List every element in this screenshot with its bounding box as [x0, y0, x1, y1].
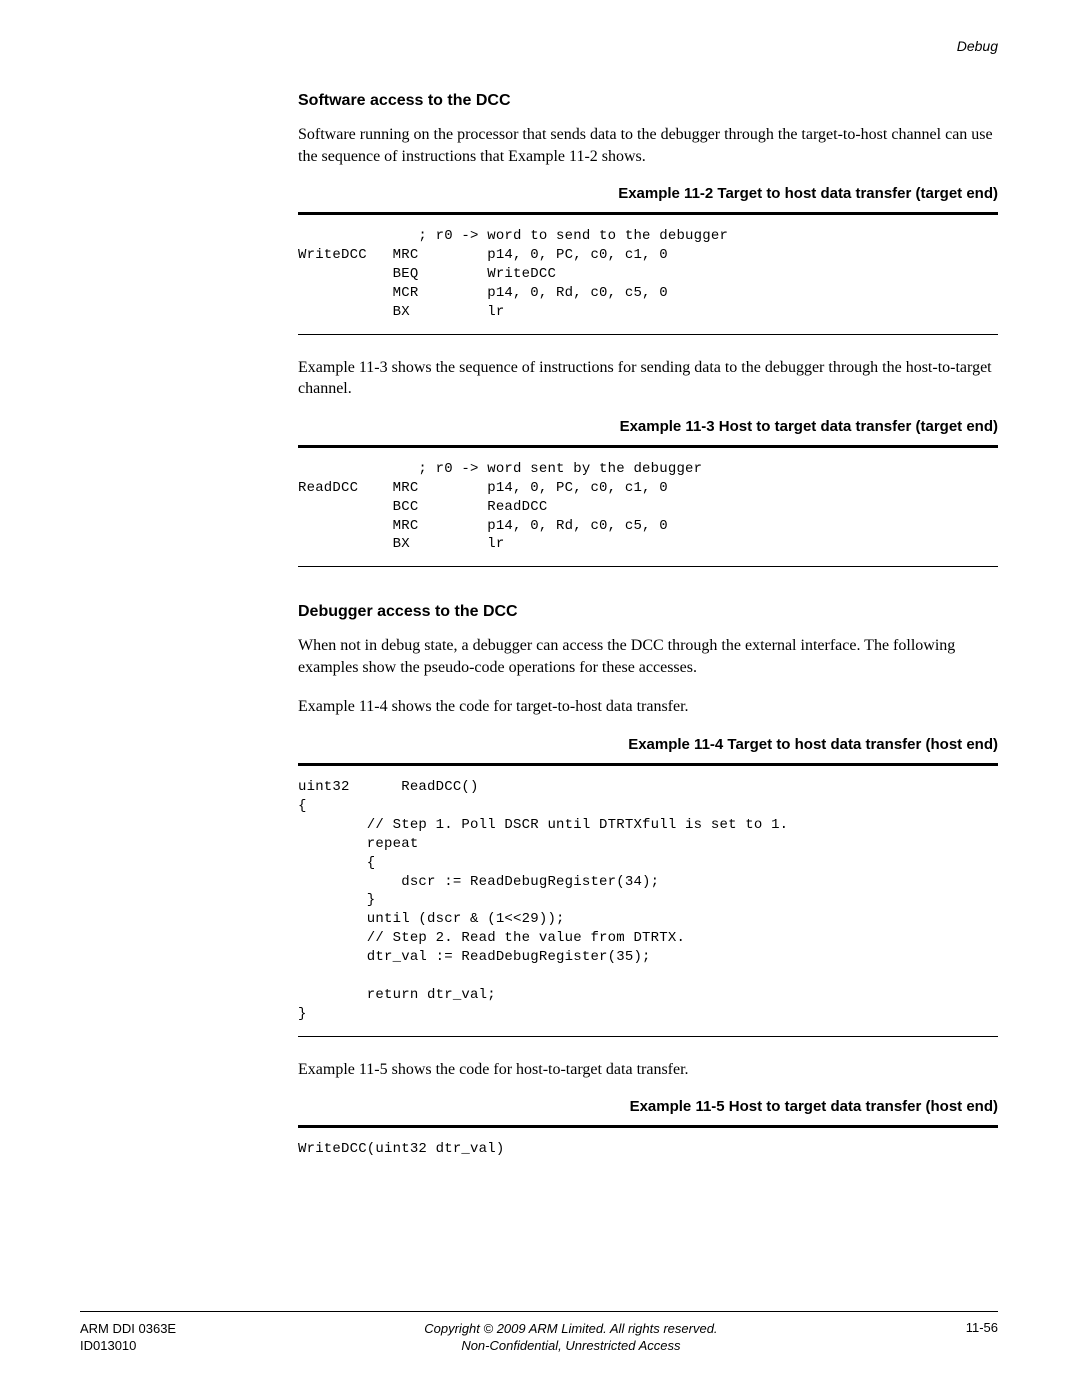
- footer-right: 11-56: [966, 1320, 998, 1335]
- rule-top-example-11-2: [298, 212, 998, 215]
- para-debugger-access-1: When not in debug state, a debugger can …: [298, 635, 998, 678]
- footer: ARM DDI 0363E ID013010 Copyright © 2009 …: [80, 1311, 998, 1355]
- page: Debug Software access to the DCC Softwar…: [0, 0, 1080, 1397]
- rule-top-example-11-5: [298, 1125, 998, 1128]
- footer-copyright: Copyright © 2009 ARM Limited. All rights…: [424, 1320, 717, 1338]
- footer-confidentiality: Non-Confidential, Unrestricted Access: [424, 1337, 717, 1355]
- para-debugger-access-2: Example 11-4 shows the code for target-t…: [298, 696, 998, 718]
- para-after-11-2: Example 11-3 shows the sequence of instr…: [298, 357, 998, 400]
- footer-doc-id: ARM DDI 0363E: [80, 1320, 176, 1338]
- header-section-label: Debug: [957, 38, 998, 54]
- caption-example-11-3: Example 11-3 Host to target data transfe…: [298, 418, 998, 435]
- code-example-11-4: uint32 ReadDCC() { // Step 1. Poll DSCR …: [298, 778, 998, 1024]
- para-after-11-4: Example 11-5 shows the code for host-to-…: [298, 1059, 998, 1081]
- footer-center: Copyright © 2009 ARM Limited. All rights…: [424, 1320, 717, 1355]
- heading-debugger-access: Debugger access to the DCC: [298, 603, 998, 621]
- caption-example-11-2: Example 11-2 Target to host data transfe…: [298, 185, 998, 202]
- caption-example-11-5: Example 11-5 Host to target data transfe…: [298, 1098, 998, 1115]
- para-software-access: Software running on the processor that s…: [298, 124, 998, 167]
- rule-top-example-11-4: [298, 763, 998, 766]
- caption-example-11-4: Example 11-4 Target to host data transfe…: [298, 736, 998, 753]
- rule-bottom-example-11-2: [298, 334, 998, 335]
- code-example-11-3: ; r0 -> word sent by the debugger ReadDC…: [298, 460, 998, 554]
- content-area: Software access to the DCC Software runn…: [298, 92, 998, 1165]
- rule-bottom-example-11-3: [298, 566, 998, 567]
- code-example-11-2: ; r0 -> word to send to the debugger Wri…: [298, 227, 998, 321]
- footer-left: ARM DDI 0363E ID013010: [80, 1320, 176, 1355]
- heading-software-access: Software access to the DCC: [298, 92, 998, 110]
- rule-top-example-11-3: [298, 445, 998, 448]
- footer-id: ID013010: [80, 1337, 176, 1355]
- rule-bottom-example-11-4: [298, 1036, 998, 1037]
- footer-page-number: 11-56: [966, 1320, 998, 1335]
- code-example-11-5: WriteDCC(uint32 dtr_val): [298, 1140, 998, 1159]
